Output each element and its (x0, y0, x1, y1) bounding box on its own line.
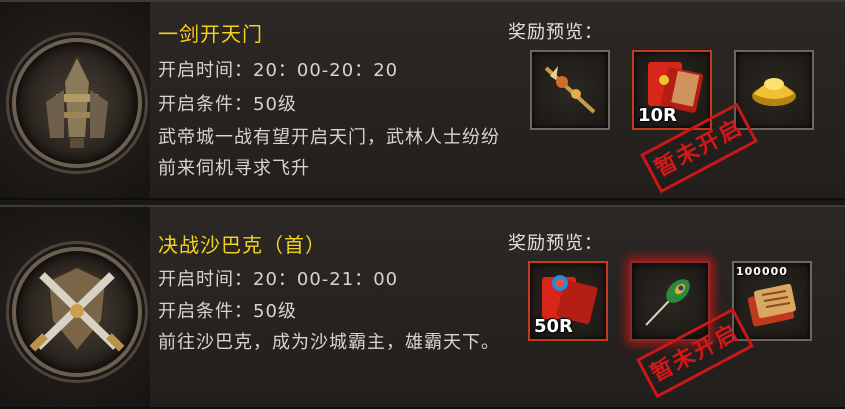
event-title: 决战沙巴克（首） (158, 233, 326, 257)
reward-slot-red-envelope-gem[interactable]: 50R (528, 261, 608, 341)
golden-staff-icon (544, 66, 596, 114)
event-description: 武帝城一战有望开启天门，武林人士纷纷前来伺机寻求飞升 (158, 127, 500, 179)
reward-quantity: 100000 (736, 265, 788, 278)
reward-preview-label: 奖励预览： (508, 22, 603, 43)
reward-slot-golden-staff[interactable] (530, 50, 610, 130)
tower-emblem-icon (12, 38, 142, 168)
event-panel-2[interactable]: 决战沙巴克（首） 开启时间：20：00-21：00 开启条件：50级 前往沙巴克… (0, 205, 845, 409)
reward-slot-gold-ingot[interactable] (734, 50, 814, 130)
reward-quantity: 50R (534, 316, 573, 337)
event-panel-1[interactable]: 一剑开天门 开启时间：20：00-20：20 开启条件：50级 武帝城一战有望开… (0, 0, 845, 200)
event-description: 前往沙巴克，成为沙城霸主，雄霸天下。 (158, 332, 500, 353)
event-condition: 开启条件：50级 (158, 301, 297, 322)
event-title: 一剑开天门 (158, 22, 263, 46)
reward-slot-red-envelope[interactable]: 10R (632, 50, 712, 130)
crossed-swords-emblem-icon (12, 247, 142, 377)
reward-preview-label: 奖励预览： (508, 233, 603, 254)
event-time: 开启时间：20：00-20：20 (158, 60, 399, 81)
event-condition: 开启条件：50级 (158, 94, 297, 115)
reward-quantity: 10R (638, 105, 677, 126)
event-time: 开启时间：20：00-21：00 (158, 269, 399, 290)
gold-ingot-icon (752, 78, 796, 106)
